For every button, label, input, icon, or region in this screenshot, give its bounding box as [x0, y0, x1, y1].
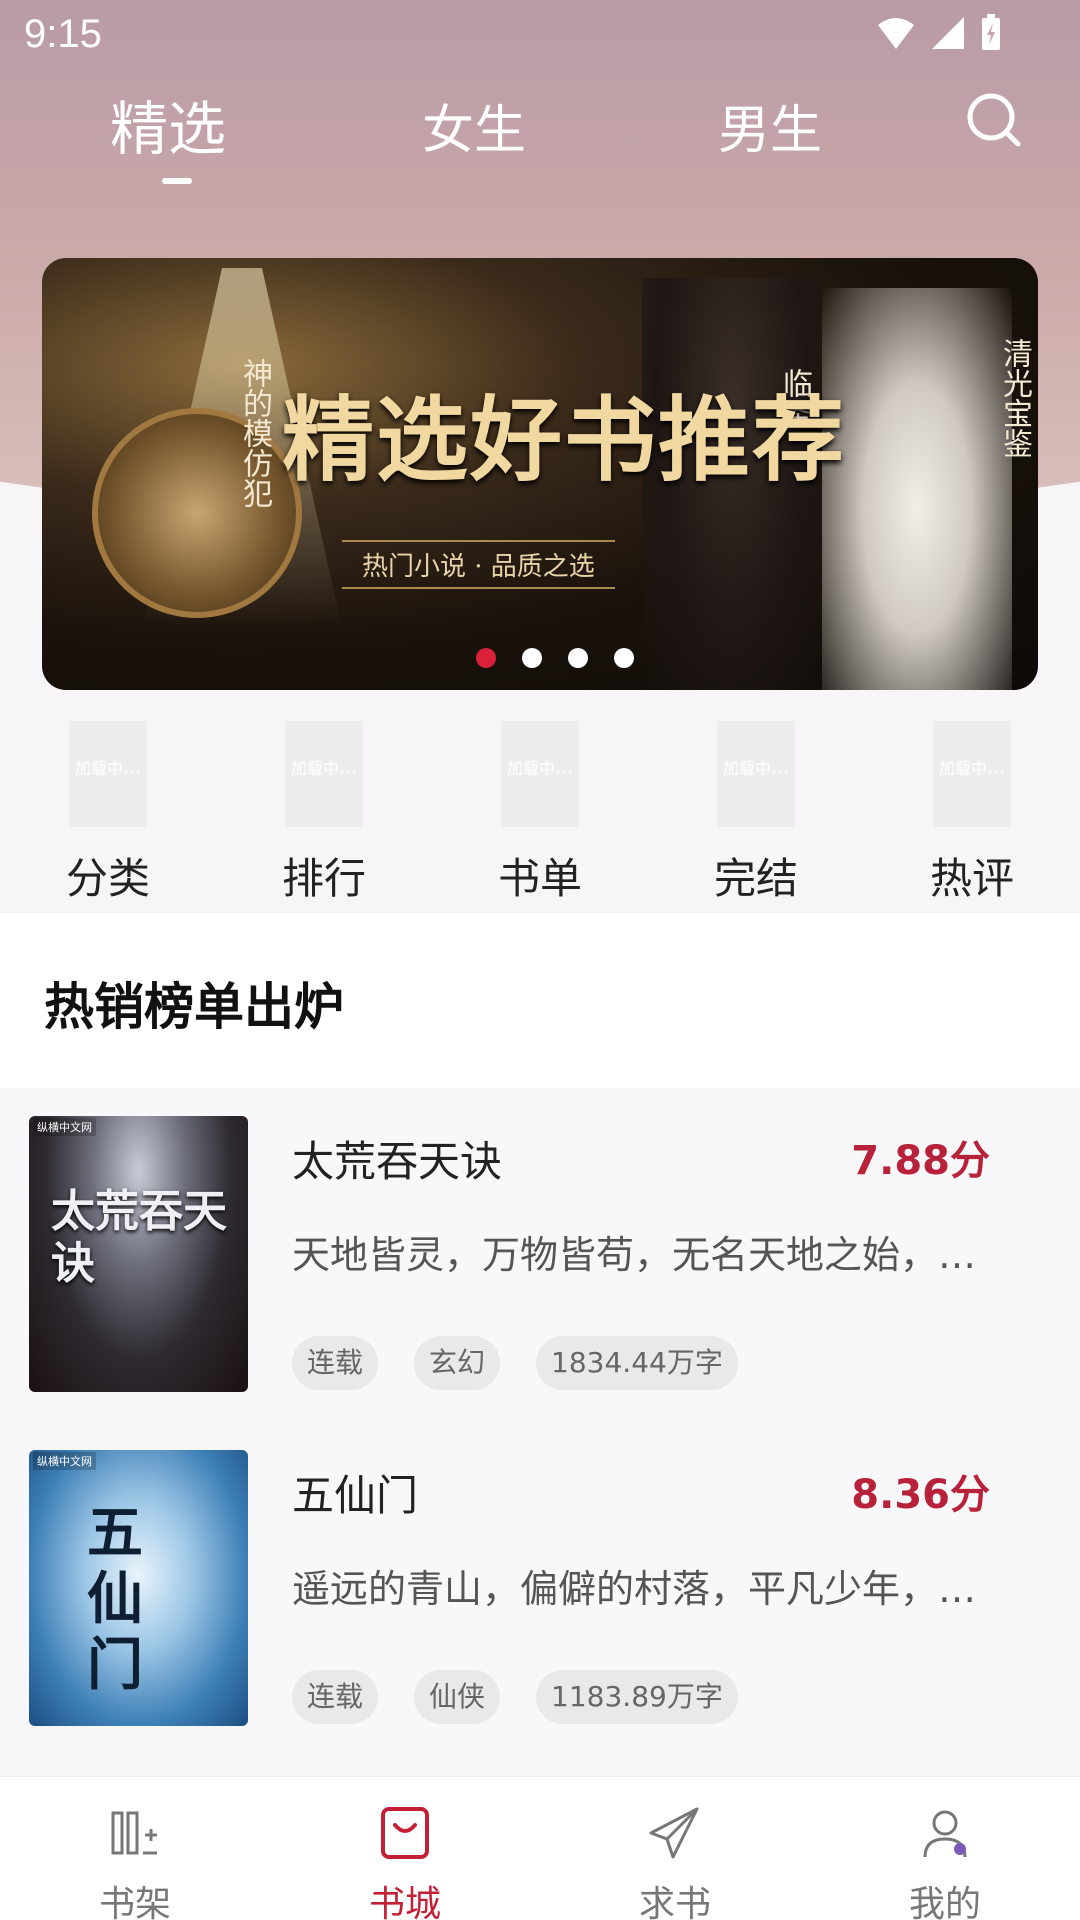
- bookstore-bag-icon: [381, 1807, 429, 1859]
- bottom-nav: 书架 书城 求书 我的: [0, 1776, 1080, 1920]
- nav-bookstore[interactable]: 书城: [335, 1805, 475, 1920]
- quick-nav-completed[interactable]: 加载中... 完结: [696, 721, 816, 906]
- book-cover[interactable]: 纵横中文网 五仙门: [29, 1450, 248, 1726]
- promo-banner[interactable]: 神的模仿犯 临圣 清光宝鉴 精选好书推荐 热门小说 · 品质之选: [42, 258, 1038, 690]
- book-description: 天地皆灵，万物皆苟，无名天地之始，有名万物之母……: [292, 1233, 992, 1277]
- book-score: 7.88分: [851, 1138, 990, 1184]
- paper-plane-icon: [649, 1807, 699, 1859]
- nav-profile[interactable]: 我的: [875, 1805, 1015, 1920]
- quick-nav-hot-reviews[interactable]: 加载中... 热评: [912, 721, 1032, 906]
- nav-request-book[interactable]: 求书: [605, 1805, 745, 1920]
- cover-title-art: 太荒吞天诀: [51, 1186, 227, 1289]
- quick-nav-ranking[interactable]: 加载中... 排行: [264, 721, 384, 906]
- pagination-dot[interactable]: [476, 648, 496, 668]
- pagination-dot[interactable]: [614, 648, 634, 668]
- loading-placeholder-icon: 加载中...: [69, 721, 147, 827]
- quick-nav-label: 分类: [65, 854, 150, 903]
- book-list: 纵横中文网 太荒吞天诀 太荒吞天诀 7.88分 天地皆灵，万物皆苟，无名天地之始…: [0, 1088, 1080, 1776]
- pagination-dot[interactable]: [568, 648, 588, 668]
- tag-word-count: 1834.44万字: [536, 1336, 738, 1390]
- cover-title-art: 五仙门: [87, 1500, 143, 1698]
- nav-label: 求书: [638, 1884, 711, 1920]
- book-title: 五仙门: [292, 1471, 419, 1520]
- nav-label: 我的: [908, 1884, 981, 1920]
- nav-label: 书架: [98, 1884, 171, 1920]
- quick-nav-booklist[interactable]: 加载中... 书单: [480, 721, 600, 906]
- quick-nav-label: 热评: [929, 854, 1014, 903]
- book-score: 8.36分: [851, 1472, 990, 1518]
- active-tab-indicator: [162, 178, 192, 184]
- tag-genre: 仙侠: [414, 1670, 501, 1724]
- pagination-dot[interactable]: [522, 648, 542, 668]
- book-item[interactable]: 纵横中文网 五仙门 五仙门 8.36分 遥远的青山，偏僻的村落，平凡少年，踏上仙…: [0, 1422, 1080, 1726]
- banner-pagination: [42, 648, 1038, 668]
- quick-nav: 加载中... 分类 加载中... 排行 加载中... 书单 加载中... 完结 …: [0, 715, 1080, 913]
- tab-female[interactable]: 女生: [422, 88, 526, 163]
- loading-placeholder-icon: 加载中...: [933, 721, 1011, 827]
- top-tab-bar: 精选 女生 男生: [0, 80, 1080, 190]
- banner-figure-white: [822, 288, 1012, 690]
- user-profile-icon: [923, 1810, 967, 1858]
- banner-side-title: 神的模仿犯: [237, 358, 272, 508]
- tag-status: 连载: [292, 1670, 379, 1724]
- tag-status: 连载: [292, 1336, 379, 1390]
- wifi-icon: [878, 18, 914, 49]
- bookshelf-icon: [111, 1811, 157, 1855]
- banner-side-title: 清光宝鉴: [997, 338, 1032, 458]
- tab-featured[interactable]: 精选: [110, 82, 226, 166]
- tag-word-count: 1183.89万字: [536, 1670, 738, 1724]
- banner-title: 精选好书推荐: [282, 386, 847, 494]
- status-bar: 9:15: [0, 0, 1080, 72]
- loading-placeholder-icon: 加载中...: [285, 721, 363, 827]
- book-tags: 连载 仙侠 1183.89万字: [292, 1670, 738, 1724]
- nav-label: 书城: [368, 1884, 441, 1920]
- battery-icon: [982, 14, 1000, 50]
- tab-male[interactable]: 男生: [718, 88, 822, 163]
- quick-nav-label: 书单: [497, 854, 582, 903]
- book-cover[interactable]: 纵横中文网 太荒吞天诀: [29, 1116, 248, 1392]
- book-title: 太荒吞天诀: [292, 1137, 503, 1186]
- book-tags: 连载 玄幻 1834.44万字: [292, 1336, 738, 1390]
- cover-publisher-logo: 纵横中文网: [33, 1118, 96, 1136]
- status-icons: [876, 14, 1002, 52]
- signal-icon: [932, 17, 964, 49]
- status-time: 9:15: [24, 12, 102, 56]
- search-icon[interactable]: [964, 90, 1024, 150]
- book-description: 遥远的青山，偏僻的村落，平凡少年，踏上仙途……: [292, 1567, 992, 1611]
- tag-genre: 玄幻: [414, 1336, 501, 1390]
- quick-nav-label: 排行: [281, 854, 366, 903]
- loading-placeholder-icon: 加载中...: [717, 721, 795, 827]
- banner-subtitle: 热门小说 · 品质之选: [342, 540, 615, 589]
- loading-placeholder-icon: 加载中...: [501, 721, 579, 827]
- section-title: 热销榜单出炉: [44, 978, 344, 1036]
- cover-publisher-logo: 纵横中文网: [33, 1452, 96, 1470]
- nav-bookshelf[interactable]: 书架: [65, 1805, 205, 1920]
- quick-nav-label: 完结: [713, 854, 798, 903]
- quick-nav-category[interactable]: 加载中... 分类: [48, 721, 168, 906]
- bestseller-section-header: 热销榜单出炉: [0, 913, 1080, 1088]
- book-item[interactable]: 纵横中文网 太荒吞天诀 太荒吞天诀 7.88分 天地皆灵，万物皆苟，无名天地之始…: [0, 1088, 1080, 1392]
